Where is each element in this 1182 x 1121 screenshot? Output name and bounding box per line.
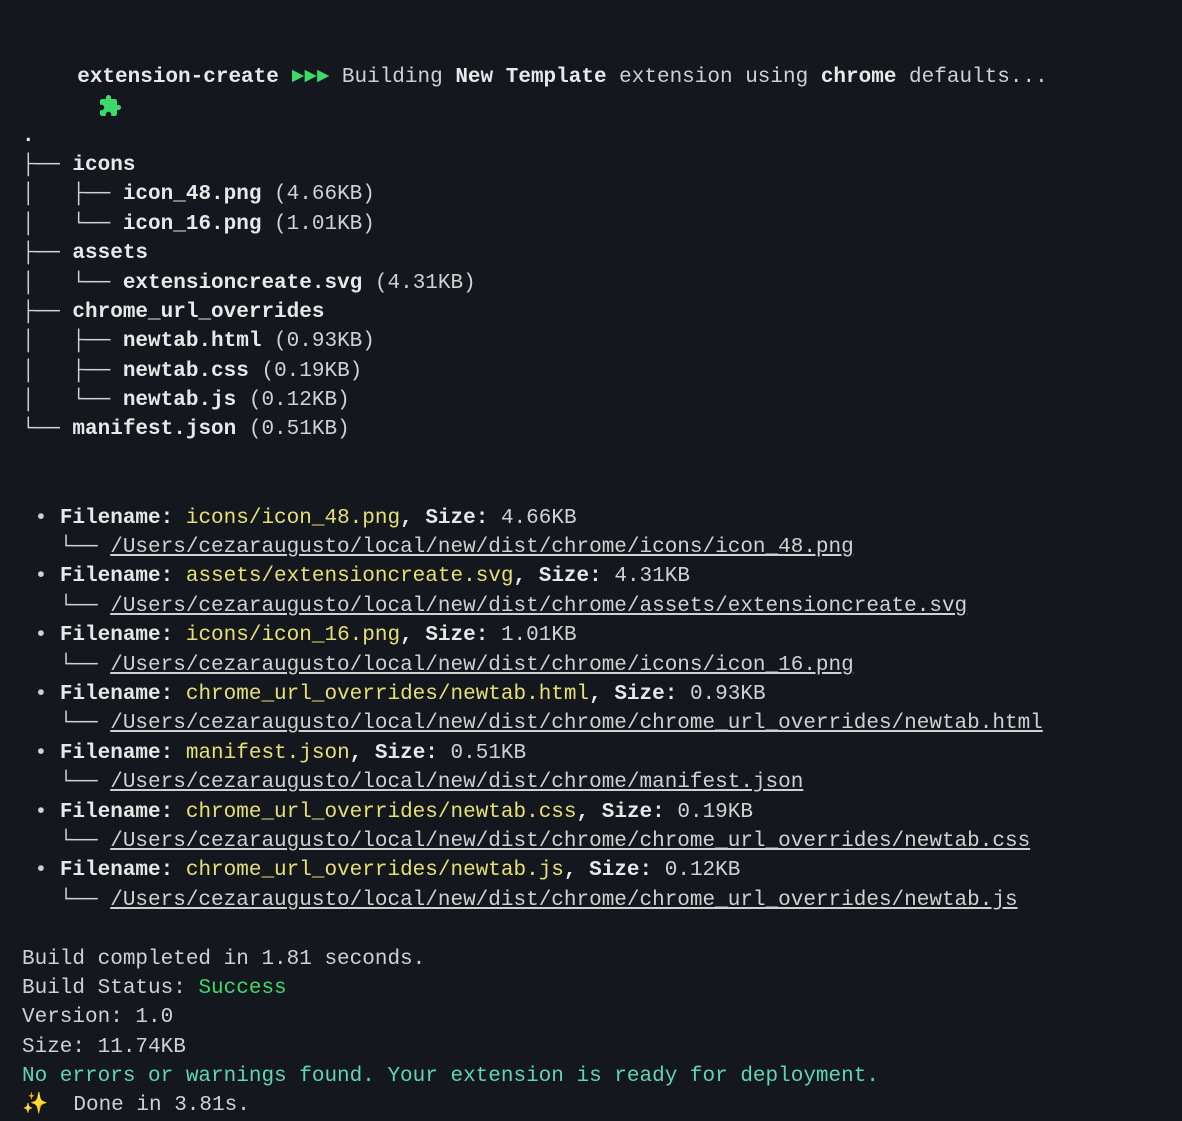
tree-node: │ ├── icon_48.png (4.66KB) <box>22 180 1160 209</box>
tree-node-name: newtab.js <box>123 389 236 412</box>
filename-value: icons/icon_48.png <box>186 507 400 530</box>
file-entry: • Filename: chrome_url_overrides/newtab.… <box>22 798 1160 827</box>
tree-node-name: icon_16.png <box>123 213 262 236</box>
size-label: Size: <box>425 624 488 647</box>
filename-label: Filename: <box>60 565 173 588</box>
size-value: 0.12KB <box>665 859 741 882</box>
size-value: 4.31KB <box>614 565 690 588</box>
tree-node: ├── assets <box>22 239 1160 268</box>
tree-node-size: (0.12KB) <box>236 389 349 412</box>
file-list: • Filename: icons/icon_48.png, Size: 4.6… <box>22 504 1160 915</box>
tree-node-name: manifest.json <box>72 418 236 441</box>
header-line: extension-create ►►► Building New Templa… <box>22 33 1160 92</box>
filename-label: Filename: <box>60 624 173 647</box>
tree-root: . <box>22 122 1160 151</box>
suffix-text: defaults... <box>909 66 1048 89</box>
size-value: 0.19KB <box>677 801 753 824</box>
tree-node-size: (4.31KB) <box>362 272 475 295</box>
filename-label: Filename: <box>60 801 173 824</box>
build-status: Build Status: Success <box>22 974 1160 1003</box>
project-name: New Template <box>455 66 606 89</box>
done-line: ✨ Done in 3.81s. <box>22 1091 1160 1120</box>
tree-node: │ └── icon_16.png (1.01KB) <box>22 210 1160 239</box>
tree-node-size: (4.66KB) <box>261 183 374 206</box>
file-path: /Users/cezaraugusto/local/new/dist/chrom… <box>110 771 803 794</box>
file-entry: • Filename: icons/icon_48.png, Size: 4.6… <box>22 504 1160 533</box>
build-version: Version: 1.0 <box>22 1003 1160 1032</box>
arrows-icon: ►►► <box>291 66 329 89</box>
tree-node: │ ├── newtab.html (0.93KB) <box>22 327 1160 356</box>
tree-node-size: (0.93KB) <box>261 330 374 353</box>
tree-node: ├── icons <box>22 151 1160 180</box>
filename-label: Filename: <box>60 683 173 706</box>
filename-value: manifest.json <box>186 742 350 765</box>
file-path-line: └── /Users/cezaraugusto/local/new/dist/c… <box>22 533 1160 562</box>
middle-text: extension using <box>619 66 808 89</box>
tree-node: └── manifest.json (0.51KB) <box>22 415 1160 444</box>
puzzle-icon <box>47 64 71 88</box>
file-path-line: └── /Users/cezaraugusto/local/new/dist/c… <box>22 592 1160 621</box>
filename-label: Filename: <box>60 742 173 765</box>
tool-name: extension-create <box>77 66 279 89</box>
size-label: Size: <box>425 507 488 530</box>
tree-node: │ └── newtab.js (0.12KB) <box>22 386 1160 415</box>
action-text: Building <box>342 66 443 89</box>
tree-node: │ └── extensioncreate.svg (4.31KB) <box>22 269 1160 298</box>
tree-node-name: newtab.css <box>123 360 249 383</box>
tree-node-size: (0.19KB) <box>249 360 362 383</box>
size-value: 0.51KB <box>451 742 527 765</box>
size-label: Size: <box>614 683 677 706</box>
file-path-line: └── /Users/cezaraugusto/local/new/dist/c… <box>22 768 1160 797</box>
filename-value: chrome_url_overrides/newtab.html <box>186 683 589 706</box>
filename-value: chrome_url_overrides/newtab.css <box>186 801 577 824</box>
size-label: Size: <box>539 565 602 588</box>
tree-node-name: icons <box>72 154 135 177</box>
file-entry: • Filename: chrome_url_overrides/newtab.… <box>22 680 1160 709</box>
file-path-line: └── /Users/cezaraugusto/local/new/dist/c… <box>22 827 1160 856</box>
file-path: /Users/cezaraugusto/local/new/dist/chrom… <box>110 595 967 618</box>
file-path-line: └── /Users/cezaraugusto/local/new/dist/c… <box>22 651 1160 680</box>
sparkle-icon: ✨ <box>22 1094 48 1117</box>
size-label: Size: <box>589 859 652 882</box>
file-path: /Users/cezaraugusto/local/new/dist/chrom… <box>110 889 1017 912</box>
tree-node-size: (1.01KB) <box>261 213 374 236</box>
build-time: Build completed in 1.81 seconds. <box>22 945 1160 974</box>
file-path: /Users/cezaraugusto/local/new/dist/chrom… <box>110 712 1043 735</box>
file-path-line: └── /Users/cezaraugusto/local/new/dist/c… <box>22 709 1160 738</box>
file-tree: ├── icons│ ├── icon_48.png (4.66KB)│ └──… <box>22 151 1160 445</box>
filename-value: assets/extensioncreate.svg <box>186 565 514 588</box>
build-size: Size: 11.74KB <box>22 1033 1160 1062</box>
filename-value: chrome_url_overrides/newtab.js <box>186 859 564 882</box>
tree-node-size: (0.51KB) <box>236 418 349 441</box>
file-entry: • Filename: chrome_url_overrides/newtab.… <box>22 856 1160 885</box>
size-label: Size: <box>602 801 665 824</box>
size-value: 4.66KB <box>501 507 577 530</box>
file-path: /Users/cezaraugusto/local/new/dist/chrom… <box>110 830 1030 853</box>
tree-node: │ ├── newtab.css (0.19KB) <box>22 357 1160 386</box>
tree-node: ├── chrome_url_overrides <box>22 298 1160 327</box>
file-path-line: └── /Users/cezaraugusto/local/new/dist/c… <box>22 886 1160 915</box>
ready-message: No errors or warnings found. Your extens… <box>22 1062 1160 1091</box>
filename-value: icons/icon_16.png <box>186 624 400 647</box>
file-entry: • Filename: manifest.json, Size: 0.51KB <box>22 739 1160 768</box>
tree-node-name: assets <box>72 242 148 265</box>
size-value: 1.01KB <box>501 624 577 647</box>
filename-label: Filename: <box>60 859 173 882</box>
tree-node-name: chrome_url_overrides <box>72 301 324 324</box>
file-entry: • Filename: icons/icon_16.png, Size: 1.0… <box>22 621 1160 650</box>
top-clipped-line <box>22 4 1160 33</box>
file-entry: • Filename: assets/extensioncreate.svg, … <box>22 562 1160 591</box>
browser-name: chrome <box>821 66 897 89</box>
file-path: /Users/cezaraugusto/local/new/dist/chrom… <box>110 536 854 559</box>
tree-node-name: icon_48.png <box>123 183 262 206</box>
status-value: Success <box>198 977 286 1000</box>
tree-node-name: extensioncreate.svg <box>123 272 362 295</box>
file-path: /Users/cezaraugusto/local/new/dist/chrom… <box>110 654 854 677</box>
size-value: 0.93KB <box>690 683 766 706</box>
filename-label: Filename: <box>60 507 173 530</box>
tree-node-name: newtab.html <box>123 330 262 353</box>
size-label: Size: <box>375 742 438 765</box>
